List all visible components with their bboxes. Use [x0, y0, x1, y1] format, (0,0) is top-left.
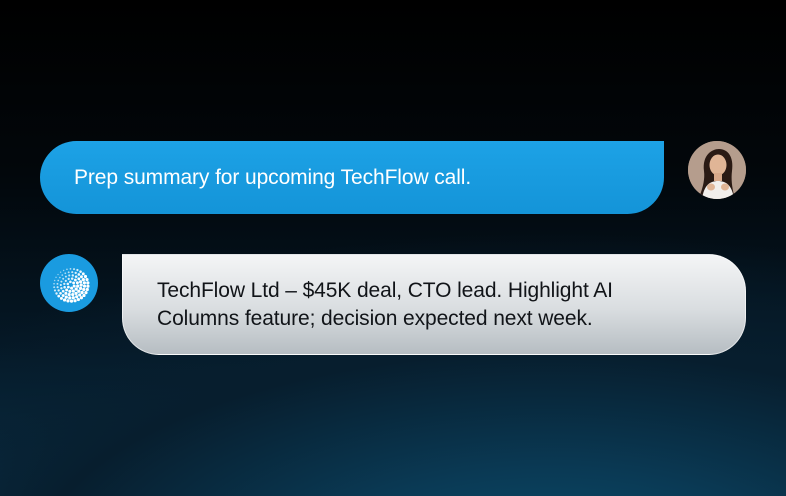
assistant-message-line-1: TechFlow Ltd – $45K deal, CTO lead. High…: [157, 279, 613, 302]
assistant-message-bubble: TechFlow Ltd – $45K deal, CTO lead. High…: [122, 254, 746, 355]
assistant-message-line-2: Columns feature; decision expected next …: [157, 307, 593, 330]
user-avatar: [688, 141, 746, 199]
user-message-text: Prep summary for upcoming TechFlow call.: [74, 165, 472, 189]
assistant-dots-logo-icon: [53, 267, 90, 303]
user-avatar-icon: [688, 141, 746, 199]
assistant-avatar: [40, 254, 98, 312]
user-message-bubble: Prep summary for upcoming TechFlow call.: [40, 141, 664, 214]
